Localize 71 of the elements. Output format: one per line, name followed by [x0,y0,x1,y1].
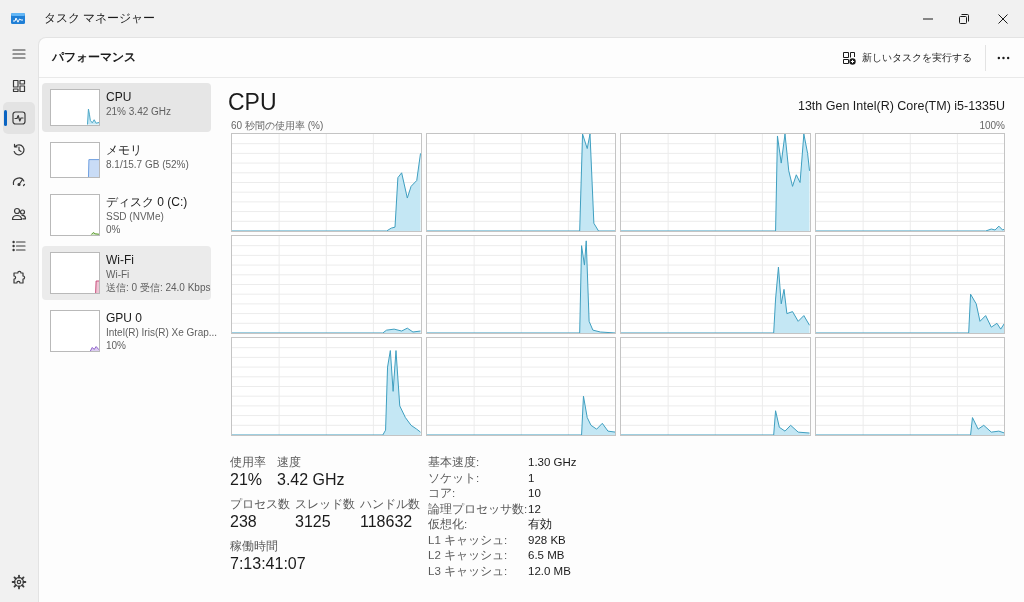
sparkline [50,310,100,353]
device-detail: 21% 3.42 GHz [106,105,172,118]
sparkline [50,194,100,237]
device-name: GPU 0 [106,310,143,327]
processor-model: 13th Gen Intel(R) Core(TM) i5-1335U [797,99,1005,113]
resource-title: CPU [228,88,277,117]
list-icon [11,238,27,254]
stat-value: 118632 [360,512,413,532]
spec-label: 基本速度: [428,455,481,470]
history-icon [11,142,27,158]
spec-value: 928 KB [528,532,567,548]
device-item[interactable]: ディスク 0 (C:) SSD (NVMe) 0% [42,188,211,243]
pulse-chart-icon [11,110,27,126]
device-detail: Wi-Fi [106,268,131,282]
device-detail: SSD (NVMe) [106,210,165,224]
spec-value: 12.0 MB [528,563,572,579]
device-name: Wi-Fi [106,252,135,269]
stat-label: 使用率 [230,455,266,469]
device-name: メモリ [106,141,143,158]
puzzle-icon [11,270,27,286]
stat-label: スレッド数 [295,497,355,511]
spec-label: 仮想化: [428,517,469,532]
stat-value: 21% [230,470,263,490]
device-detail: 8.1/15.7 GB (52%) [106,157,189,171]
device-item[interactable]: CPU 21% 3.42 GHz [42,83,211,132]
spec-value: 12 [528,501,542,517]
device-detail: 0% [106,223,122,237]
device-detail: Intel(R) Iris(R) Xe Grap... [106,326,218,340]
nav-button[interactable] [3,102,35,134]
spec-value: 有効 [528,517,553,532]
page-title: パフォーマンス [52,49,136,66]
spec-label: コア: [428,486,457,501]
graph-caption: 60 秒間の使用率 (%) [231,119,324,132]
stat-label: プロセス数 [230,497,290,511]
spec-label: L3 キャッシュ: [428,563,509,579]
sparkline [50,252,100,295]
users-icon [11,206,27,222]
graph-max-label: 100% [979,119,1005,132]
settings-icon [11,574,27,590]
stat-value: 3.42 GHz [277,470,345,490]
run-new-task-button[interactable]: 新しいタスクを実行する [834,46,980,69]
device-detail: 送信: 0 受信: 24.0 Kbps [106,281,211,295]
spec-label: 論理プロセッサ数: [428,501,528,517]
more-icon [996,55,1010,60]
stat-value: 238 [230,512,257,532]
spec-value: 10 [528,486,542,501]
sparkline [50,89,100,126]
device-name: CPU [106,89,133,105]
spec-label: L2 キャッシュ: [428,548,509,563]
stat-label: 速度 [277,455,301,469]
stat-label: 稼働時間 [230,539,278,553]
device-item[interactable]: Wi-Fi Wi-Fi 送信: 0 受信: 24.0 Kbps [42,246,211,301]
stat-value: 3125 [295,512,331,532]
restore-icon [959,13,969,24]
stat-label: ハンドル数 [360,497,420,511]
menu-icon [11,46,27,62]
device-item[interactable]: メモリ 8.1/15.7 GB (52%) [42,135,211,185]
sparkline [50,141,100,179]
spec-label: L1 キャッシュ: [428,532,509,548]
spec-label: ソケット: [428,470,481,486]
window-title: タスク マネージャー [44,10,156,27]
close-icon [998,13,1008,24]
device-name: ディスク 0 (C:) [106,194,188,211]
stat-value: 7:13:41:07 [230,554,306,574]
spec-value: 6.5 MB [528,548,566,563]
spec-value: 1 [528,470,536,486]
device-detail: 10% [106,339,127,353]
grid-icon [11,78,27,94]
new-task-icon [842,50,856,65]
app-icon [11,13,25,24]
spec-value: 1.30 GHz [528,455,577,470]
